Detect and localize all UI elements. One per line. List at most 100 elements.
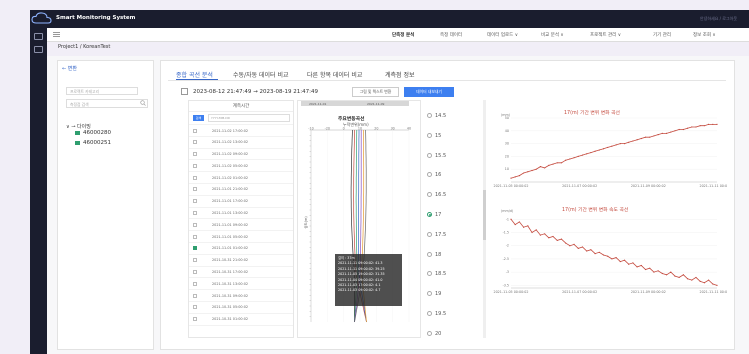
user-info[interactable]: 안녕하세요 / 로그아웃	[700, 16, 737, 22]
depth-label: 17.5	[435, 231, 447, 238]
depth-radio[interactable]	[427, 113, 432, 118]
depth-option[interactable]: 19.5	[427, 311, 446, 317]
row-checkbox[interactable]	[193, 175, 197, 180]
tab-other-item-compare[interactable]: 다른 항목 데이터 비교	[307, 70, 362, 79]
date-range[interactable]: 2023-08-12 21:47:49 → 2023-08-19 21:47:4…	[193, 89, 318, 95]
point-search-input[interactable]: 측정점 검색	[66, 99, 148, 108]
depth-option[interactable]: 18	[427, 251, 441, 258]
row-checkbox[interactable]	[193, 163, 197, 168]
row-checkbox[interactable]	[193, 270, 197, 275]
calendar-icon[interactable]	[181, 88, 188, 95]
depth-radio[interactable]	[427, 311, 432, 316]
convert-button[interactable]: 그림 및 텍스트 변환	[352, 87, 399, 97]
depth-radio[interactable]	[427, 231, 432, 237]
list-row[interactable]: 2021-11-01 13:00:02	[189, 208, 293, 220]
tree-leaf[interactable]: 46000251	[75, 140, 111, 146]
list-search-button[interactable]: 검색	[193, 115, 204, 121]
row-checkbox[interactable]	[193, 140, 197, 145]
depth-radio[interactable]	[427, 251, 432, 257]
list-row[interactable]: 2021-11-01 01:00:02	[189, 243, 293, 255]
depth-option[interactable]: 15	[427, 132, 441, 139]
data-point	[573, 157, 575, 159]
data-point	[590, 249, 592, 251]
row-checkbox[interactable]	[193, 128, 197, 133]
back-button[interactable]: ← 변환	[62, 65, 77, 72]
depth-option[interactable]: 17	[427, 212, 441, 218]
depth-radio[interactable]	[427, 291, 432, 297]
depth-radio[interactable]	[427, 212, 432, 217]
export-button[interactable]: 데이터 내보내기	[404, 87, 454, 97]
depth-option[interactable]: 16	[427, 172, 441, 178]
depth-option[interactable]: 18.5	[427, 271, 446, 277]
row-checkbox[interactable]	[193, 317, 197, 322]
row-checkbox[interactable]	[193, 234, 197, 239]
list-row[interactable]: 2021-11-02 17:00:02	[189, 125, 293, 137]
row-checkbox[interactable]	[193, 187, 197, 192]
depth-radio[interactable]	[427, 152, 432, 158]
depth-option[interactable]: 19	[427, 291, 441, 297]
depth-radio[interactable]	[427, 330, 432, 336]
list-row[interactable]: 2021-11-01 21:00:02	[189, 184, 293, 196]
list-row[interactable]: 2021-11-01 09:00:02	[189, 219, 293, 232]
tab-point-info[interactable]: 계측점 정보	[385, 70, 415, 79]
nav-item-info[interactable]: 정보 조회 ∨	[693, 32, 716, 38]
search-icon[interactable]	[140, 100, 146, 106]
depth-option[interactable]: 17.5	[427, 231, 447, 238]
row-checkbox[interactable]	[193, 222, 197, 227]
list-row[interactable]: 2021-11-02 05:00:02	[189, 160, 293, 173]
depth-option[interactable]: 14.5	[427, 113, 446, 119]
scrollbar-thumb[interactable]	[483, 190, 486, 240]
nav-item-project[interactable]: 프로젝트 관리 ∨	[590, 32, 621, 38]
list-row[interactable]: 2021-10-31 13:00:02	[189, 278, 293, 291]
list-row[interactable]: 2021-11-01 05:00:02	[189, 231, 293, 243]
row-checkbox[interactable]	[193, 281, 197, 286]
row-checkbox[interactable]	[193, 152, 197, 157]
depth-radio[interactable]	[427, 192, 432, 198]
depth-option[interactable]: 20	[427, 330, 441, 337]
list-row[interactable]: 2021-11-01 17:00:02	[189, 196, 293, 208]
list-row[interactable]: 2021-11-02 01:00:02	[189, 172, 293, 184]
data-point	[535, 168, 537, 170]
data-point	[695, 126, 697, 128]
depth-radio[interactable]	[427, 172, 432, 178]
tab-manual-auto-compare[interactable]: 수동/자동 데이터 비교	[233, 70, 289, 79]
data-point	[565, 159, 567, 161]
data-point	[691, 126, 693, 128]
date-filter-bar[interactable]: 2021-11-01 2021-11-09	[301, 101, 409, 106]
list-row[interactable]: 2021-10-31 17:00:02	[189, 267, 293, 279]
list-row[interactable]: 2021-10-31 09:00:02	[189, 290, 293, 302]
nav-item-compare[interactable]: 비교 분석 ∨	[541, 32, 564, 38]
row-checkbox[interactable]	[193, 293, 197, 298]
depth-option[interactable]: 15.5	[427, 152, 446, 159]
row-checkbox[interactable]	[193, 305, 197, 310]
nav-item-measure-data[interactable]: 측정 데이터	[440, 32, 462, 38]
list-row[interactable]: 2021-10-31 21:00:02	[189, 255, 293, 267]
row-checkbox[interactable]	[193, 258, 197, 263]
menu-icon[interactable]	[53, 32, 60, 37]
tab-curve-analysis[interactable]: 종합 곡선 분석	[176, 70, 213, 79]
nav-item-single-analysis[interactable]: 단측정 분석	[392, 32, 414, 38]
tree-leaf[interactable]: 46000280	[75, 130, 111, 136]
displacement-line-chart[interactable]: (mm)10203040502021-11-05 00:00:02 2021-11…	[489, 102, 727, 197]
monitor-icon[interactable]	[34, 46, 43, 53]
row-checkbox[interactable]	[193, 199, 197, 204]
list-row[interactable]: 2021-10-31 05:00:02	[189, 302, 293, 314]
depth-option[interactable]: 16.5	[427, 192, 446, 198]
row-checkbox[interactable]	[193, 211, 197, 216]
nav-item-data-upload[interactable]: 데이터 업로드 ∨	[487, 32, 518, 38]
grid-icon[interactable]	[34, 33, 43, 40]
nav-item-device[interactable]: 기기 관리	[653, 32, 671, 38]
list-row[interactable]: 2021-11-02 13:00:02	[189, 137, 293, 149]
row-checkbox[interactable]	[193, 246, 197, 251]
data-point	[678, 276, 680, 279]
list-search-input[interactable]: YYYY-MM-DD	[208, 114, 290, 122]
depth-radio[interactable]	[427, 132, 432, 138]
depth-radio[interactable]	[427, 271, 432, 277]
tree-root[interactable]: ∨ ⊸ 다이밍	[66, 123, 91, 130]
list-row[interactable]: 2021-11-02 09:00:02	[189, 149, 293, 161]
velocity-line-chart[interactable]: (mm/d) -1 -1.5 -2 -2.5 -3 -3.5 2021-11-05 00:00…	[489, 200, 727, 300]
data-point	[691, 279, 693, 281]
list-row[interactable]: 2021-10-31 01:00:02	[189, 314, 293, 326]
data-point	[531, 169, 533, 172]
category-select[interactable]: 프로젝트 카테고리	[66, 87, 138, 95]
